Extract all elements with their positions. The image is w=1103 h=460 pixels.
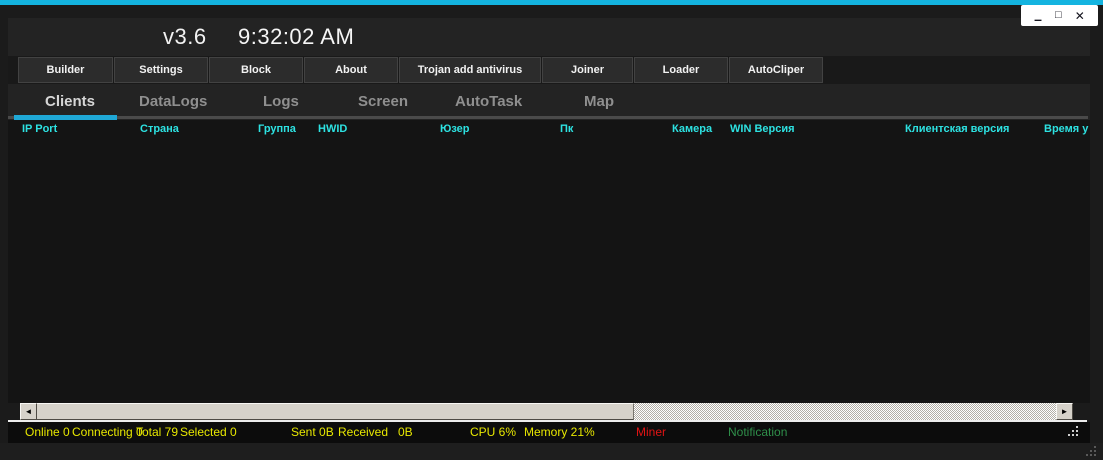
status-connecting: Connecting 0 xyxy=(72,425,143,439)
client-table-area xyxy=(8,120,1090,403)
toolbar: Builder Settings Block About Trojan add … xyxy=(18,57,823,83)
accent-stripe xyxy=(0,0,1103,5)
column-header-ip-port[interactable]: IP Port xyxy=(22,123,57,135)
status-sent: Sent 0B xyxy=(291,425,334,439)
scroll-right-icon: ► xyxy=(1060,406,1069,416)
minimize-button[interactable]: – xyxy=(1034,12,1042,26)
column-header-country[interactable]: Страна xyxy=(140,123,179,135)
status-selected: Selected 0 xyxy=(180,425,237,439)
tab-screen[interactable]: Screen xyxy=(358,93,408,110)
column-header-group[interactable]: Группа xyxy=(258,123,296,135)
column-header-time[interactable]: Время у xyxy=(1044,123,1088,135)
status-bar: Online 0 Connecting 0 Total 79 Selected … xyxy=(8,422,1090,443)
tabs-divider xyxy=(8,116,1088,119)
about-button[interactable]: About xyxy=(304,57,398,83)
joiner-button[interactable]: Joiner xyxy=(542,57,633,83)
scrollbar-track[interactable] xyxy=(634,403,1056,420)
close-button[interactable]: ✕ xyxy=(1075,10,1085,22)
tab-datalogs[interactable]: DataLogs xyxy=(139,93,207,110)
scroll-left-button[interactable]: ◄ xyxy=(20,403,37,420)
status-received: Received xyxy=(338,425,389,439)
trojan-add-antivirus-button[interactable]: Trojan add antivirus xyxy=(399,57,541,83)
resize-grip-icon[interactable] xyxy=(1068,426,1070,428)
autocliper-button[interactable]: AutoCliper xyxy=(729,57,823,83)
scroll-right-button[interactable]: ► xyxy=(1056,403,1073,420)
status-received-value: 0B xyxy=(398,425,413,439)
column-header-client-version[interactable]: Клиентская версия xyxy=(905,123,1009,135)
column-header-camera[interactable]: Камера xyxy=(672,123,712,135)
active-tab-underline xyxy=(14,115,117,120)
maximize-button[interactable]: □ xyxy=(1055,10,1062,21)
column-header-hwid[interactable]: HWID xyxy=(318,123,347,135)
window-bottom-frame xyxy=(0,443,1103,460)
tab-map[interactable]: Map xyxy=(584,93,614,110)
window-controls: – □ ✕ xyxy=(1021,5,1098,26)
tab-autotask[interactable]: AutoTask xyxy=(455,93,522,110)
tab-clients[interactable]: Clients xyxy=(45,93,95,110)
status-notification[interactable]: Notification xyxy=(728,422,787,443)
scrollbar-thumb[interactable] xyxy=(37,403,634,420)
status-cpu: CPU 6% xyxy=(470,425,517,439)
settings-button[interactable]: Settings xyxy=(114,57,208,83)
app-version: v3.6 xyxy=(163,24,207,49)
horizontal-scrollbar: ◄ ► xyxy=(20,403,1073,420)
app-window: – □ ✕ v3.6 9:32:02 AM Builder Settings B… xyxy=(0,0,1103,460)
block-button[interactable]: Block xyxy=(209,57,303,83)
status-online: Online 0 xyxy=(25,425,70,439)
tab-logs[interactable]: Logs xyxy=(263,93,299,110)
column-header-win-version[interactable]: WIN Версия xyxy=(730,123,795,135)
loader-button[interactable]: Loader xyxy=(634,57,728,83)
status-memory: Memory 21% xyxy=(524,425,595,439)
column-header-pc[interactable]: Пк xyxy=(560,123,573,135)
builder-button[interactable]: Builder xyxy=(18,57,113,83)
column-header-user[interactable]: Юзер xyxy=(440,123,470,135)
window-resize-grip-icon[interactable] xyxy=(1086,446,1088,448)
status-miner[interactable]: Miner xyxy=(636,422,666,443)
clock: 9:32:02 AM xyxy=(238,24,355,49)
status-total: Total 79 xyxy=(136,425,179,439)
scroll-left-icon: ◄ xyxy=(24,406,33,416)
